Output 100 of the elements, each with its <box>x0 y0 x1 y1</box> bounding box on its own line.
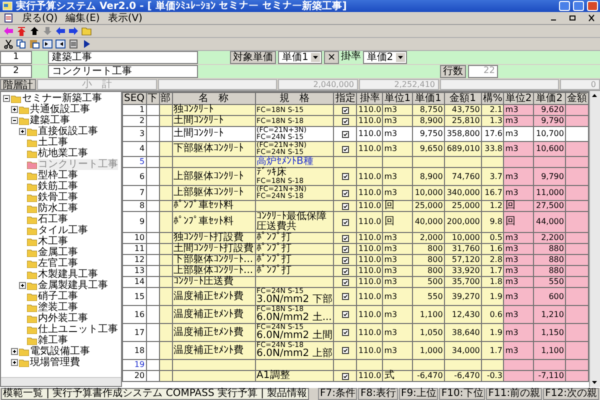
menu-item[interactable]: 戻る(Q) <box>22 12 58 24</box>
input-field[interactable]: 建築工事 <box>48 51 198 64</box>
column-header[interactable]: 指定 <box>334 92 357 104</box>
insert-row-icon[interactable] <box>42 39 53 49</box>
scissors-icon[interactable] <box>3 39 14 49</box>
tree-item[interactable]: 内外装工事 <box>38 313 88 324</box>
table-cell: ﾎﾟﾝﾌﾟ打 <box>255 254 334 266</box>
column-header[interactable]: 規 格 <box>255 92 334 104</box>
checkbox[interactable] <box>342 130 349 138</box>
expand-icon[interactable] <box>11 359 18 366</box>
column-header[interactable]: 単位2 <box>504 92 534 104</box>
table-cell: 13 <box>122 266 146 276</box>
tree-item[interactable]: 防水工事 <box>38 203 78 214</box>
table-cell: 1,000 <box>412 342 444 360</box>
collapse-icon[interactable] <box>3 95 10 102</box>
tree-item[interactable]: 木工事 <box>38 236 68 247</box>
function-key[interactable]: F11:前の親 <box>486 388 542 400</box>
expand-icon[interactable] <box>19 128 26 135</box>
tree-item[interactable]: 金属製建具工事 <box>38 280 108 291</box>
checkbox[interactable] <box>342 246 349 252</box>
function-key[interactable]: F9:上位 <box>398 388 438 400</box>
tree-item[interactable]: セミナー新築工事 <box>22 93 102 104</box>
minimize-button[interactable] <box>559 1 570 11</box>
tree-item[interactable]: 型枠工事 <box>38 170 78 181</box>
arrow-left-icon[interactable] <box>55 26 66 36</box>
tree-item[interactable]: 電気設備工事 <box>30 346 90 357</box>
input-field[interactable]: コンクリート工事 <box>48 65 198 78</box>
tree-item[interactable]: タイル工事 <box>38 225 88 236</box>
function-key[interactable]: F8:表行 <box>358 388 398 400</box>
checkbox[interactable] <box>342 202 349 210</box>
checkbox[interactable] <box>342 372 349 380</box>
tree-item[interactable]: 鉄筋工事 <box>38 181 78 192</box>
tree-item[interactable]: 土工事 <box>38 137 68 148</box>
tree-item[interactable]: 鉄骨工事 <box>38 192 78 203</box>
expand-icon[interactable] <box>19 282 26 289</box>
arrow-right-icon[interactable] <box>68 26 79 36</box>
checkbox[interactable] <box>342 146 349 152</box>
tree-item[interactable]: 建築工事 <box>30 115 70 126</box>
vertical-scrollbar[interactable] <box>589 91 600 387</box>
checkbox[interactable] <box>342 106 349 114</box>
checkbox[interactable] <box>342 218 349 226</box>
function-key[interactable]: F7:条件 <box>318 388 358 400</box>
tree-item[interactable]: 雑工事 <box>38 335 68 346</box>
column-header[interactable]: SEQ <box>122 92 146 104</box>
tree-item[interactable]: 硝子工事 <box>38 291 78 302</box>
column-header[interactable]: 掛率 <box>356 92 383 104</box>
checkbox[interactable] <box>342 268 349 274</box>
play-icon[interactable] <box>81 39 92 49</box>
tree-item[interactable]: 杭地業工事 <box>38 148 88 159</box>
price-select[interactable]: 単価2 <box>362 51 408 64</box>
column-header[interactable]: 部 <box>159 92 172 104</box>
close-icon[interactable] <box>586 13 597 23</box>
checkbox[interactable] <box>342 293 349 300</box>
tree-item[interactable]: 木製建具工事 <box>38 269 98 280</box>
table-cell: 0.6 <box>481 306 504 324</box>
checkbox[interactable] <box>342 234 349 242</box>
checkbox[interactable] <box>342 311 349 318</box>
function-key[interactable]: F10:下位 <box>439 388 486 400</box>
price-select[interactable]: 単価1 <box>278 51 322 64</box>
expand-icon[interactable] <box>11 348 18 355</box>
tree-item[interactable]: 塗装工事 <box>38 302 78 313</box>
menu-item[interactable]: 表示(V) <box>108 12 142 24</box>
column-header[interactable]: 単価2 <box>533 92 566 104</box>
close-button[interactable] <box>587 1 598 11</box>
tree-item[interactable]: 直接仮設工事 <box>38 126 98 137</box>
tree-item[interactable]: 仕上ユニット工事 <box>38 324 118 335</box>
checkbox[interactable] <box>342 278 349 286</box>
menu-item[interactable]: 編集(E) <box>66 12 100 24</box>
checkbox[interactable] <box>342 329 349 336</box>
restore-icon[interactable] <box>567 13 578 23</box>
checkbox[interactable] <box>342 256 349 264</box>
collapse-icon[interactable] <box>11 117 18 124</box>
calculator-icon[interactable] <box>68 39 79 49</box>
tree-item[interactable]: 共通仮設工事 <box>30 104 90 115</box>
maximize-button[interactable] <box>573 1 584 11</box>
column-header[interactable]: 金額 <box>565 92 588 104</box>
horizontal-scrollbar[interactable] <box>1 377 121 386</box>
paste-icon[interactable] <box>29 39 40 49</box>
expand-icon[interactable] <box>11 106 18 113</box>
function-key[interactable]: F12:次の親 <box>543 388 599 400</box>
column-header[interactable]: 構% <box>481 92 504 104</box>
tree-item[interactable]: 金属工事 <box>38 247 78 258</box>
copy-icon[interactable] <box>16 39 27 49</box>
tree-item[interactable]: 石工事 <box>38 214 68 225</box>
checkbox[interactable] <box>342 347 349 354</box>
table-cell: m3 <box>382 168 412 186</box>
delete-row-icon[interactable] <box>55 39 66 49</box>
arrow-up-icon[interactable] <box>29 26 40 36</box>
tree-item[interactable]: 現場管理費 <box>30 357 80 368</box>
column-header[interactable]: 単価1 <box>412 92 444 104</box>
checkbox[interactable] <box>342 190 349 196</box>
checkbox[interactable] <box>342 173 349 180</box>
tree-item[interactable]: 左官工事 <box>38 258 78 269</box>
checkbox[interactable] <box>342 118 349 124</box>
table-cell: 16 <box>122 306 146 324</box>
column-header[interactable]: 金額1 <box>444 92 482 104</box>
column-header[interactable]: 単位1 <box>382 92 412 104</box>
table-cell: 10,700 <box>533 126 566 142</box>
column-header[interactable]: 名 称 <box>172 92 256 104</box>
column-header[interactable]: 下 <box>146 92 160 104</box>
